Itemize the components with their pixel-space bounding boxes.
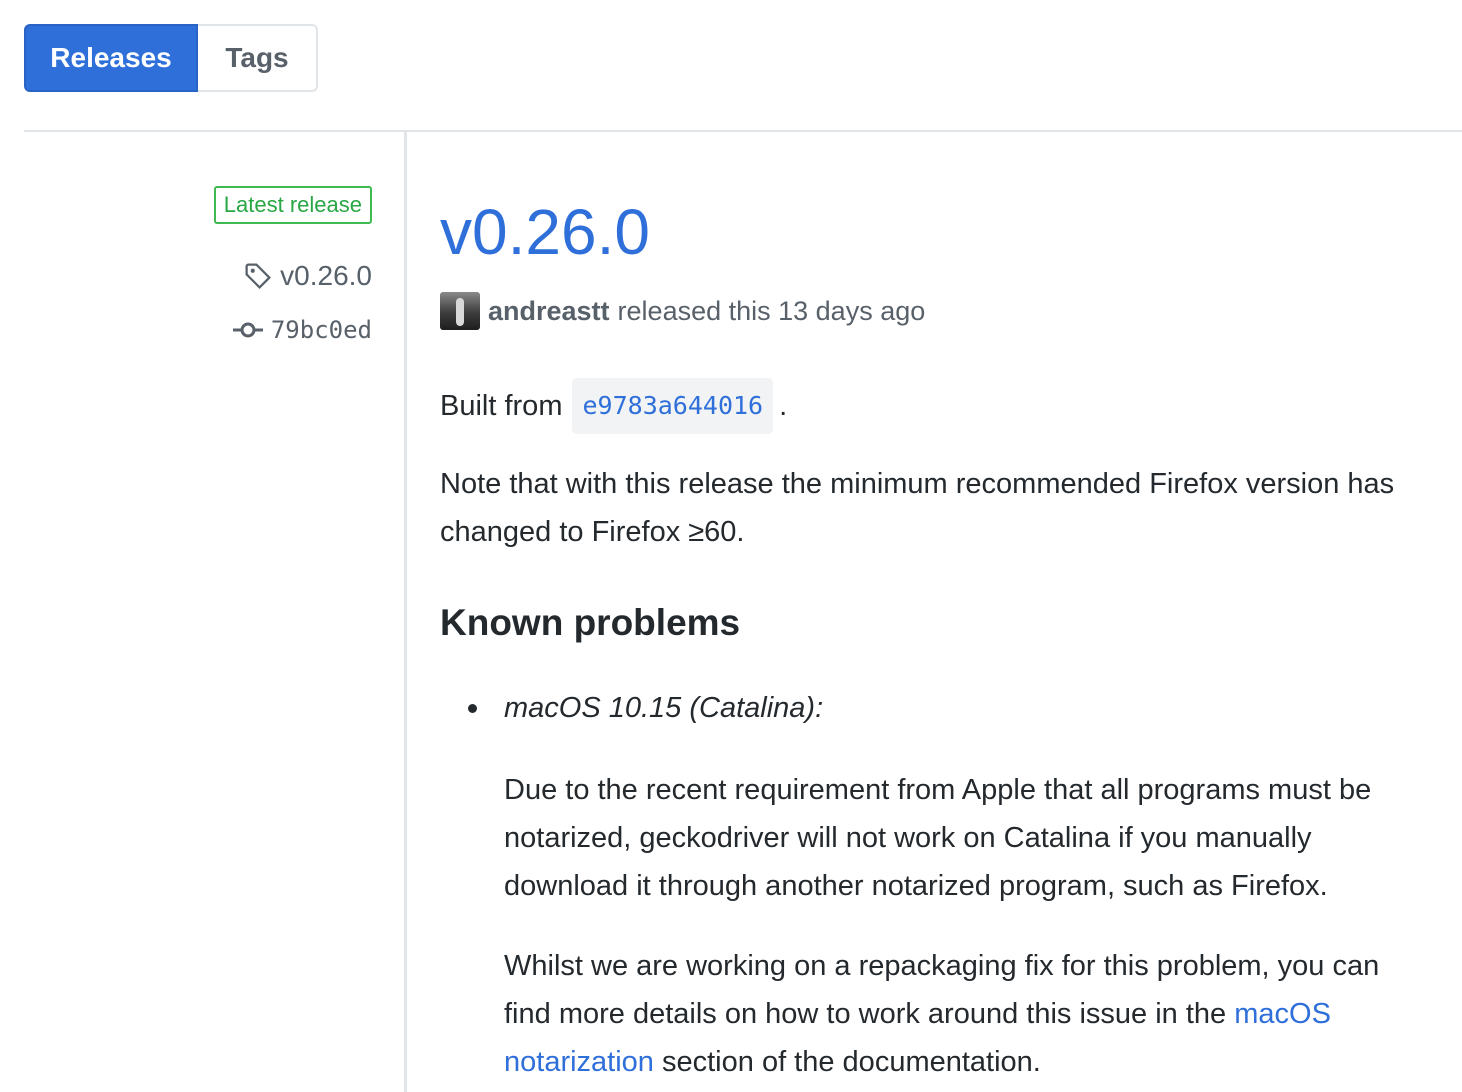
released-time-text: released this 13 days ago bbox=[617, 295, 926, 326]
git-commit-icon bbox=[232, 320, 263, 340]
built-from-line: Built from e9783a644016 . bbox=[440, 378, 787, 434]
avatar[interactable] bbox=[440, 292, 480, 330]
latest-release-badge: Latest release bbox=[213, 186, 372, 224]
author-link[interactable]: andreastt bbox=[488, 296, 610, 327]
bullet-icon bbox=[468, 704, 477, 713]
release-tag-link[interactable]: v0.26.0 bbox=[244, 260, 372, 292]
known-problems-heading: Known problems bbox=[440, 602, 741, 643]
release-commit-label: 79bc0ed bbox=[270, 316, 372, 344]
built-from-commit-link[interactable]: e9783a644016 bbox=[572, 378, 774, 434]
problem-paragraph-1: Due to the recent requirement from Apple… bbox=[504, 774, 1372, 902]
release-byline: andreastt released this 13 days ago bbox=[440, 292, 925, 330]
release-tag-label: v0.26.0 bbox=[280, 260, 372, 291]
tab-tags[interactable]: Tags bbox=[198, 24, 318, 92]
release-commit-link[interactable]: 79bc0ed bbox=[232, 316, 372, 344]
release-tabs: Releases Tags bbox=[24, 24, 318, 92]
release-meta-column: Latest release v0.26.0 79bc0ed bbox=[24, 132, 407, 1092]
tag-icon bbox=[244, 262, 272, 290]
problem-paragraph-2: Whilst we are working on a repackaging f… bbox=[504, 942, 1424, 1086]
problem-paragraph-2-suffix: section of the documentation. bbox=[662, 1046, 1041, 1078]
release-note: Note that with this release the minimum … bbox=[440, 468, 1395, 548]
problem-item-title: macOS 10.15 (Catalina): bbox=[504, 692, 824, 724]
tab-releases[interactable]: Releases bbox=[24, 24, 198, 92]
built-from-suffix: . bbox=[779, 390, 788, 422]
built-from-label: Built from bbox=[440, 390, 563, 422]
release-title[interactable]: v0.26.0 bbox=[440, 192, 650, 272]
